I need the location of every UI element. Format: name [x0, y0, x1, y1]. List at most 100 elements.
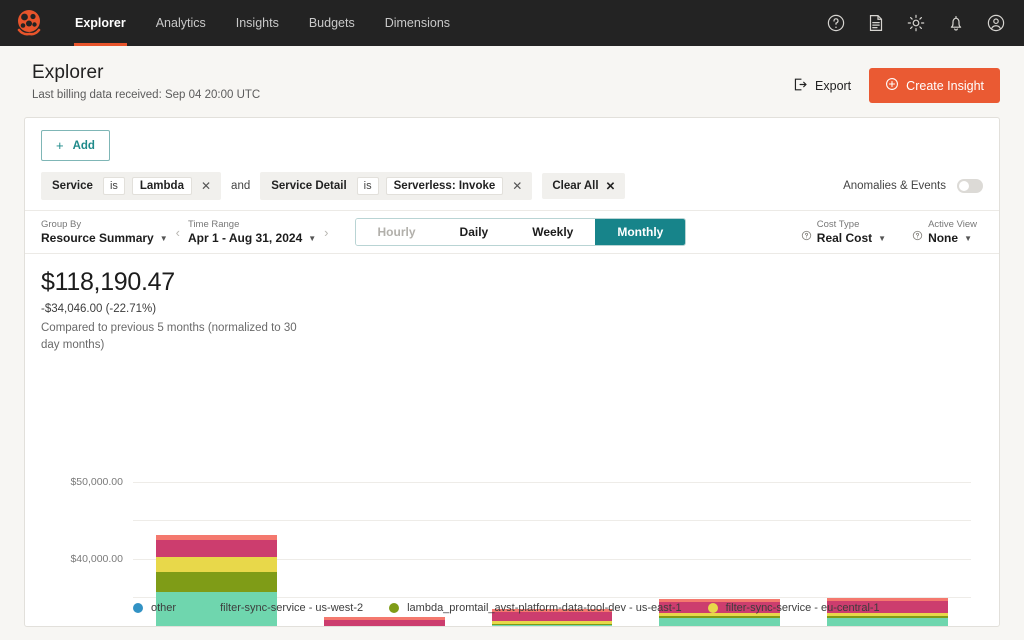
add-filter-button[interactable]: + Add [41, 130, 110, 161]
filter-chip-value: Lambda [131, 177, 192, 195]
total-cost-value: $118,190.47 [41, 268, 175, 296]
filter-chip-service-detail[interactable]: Service Detail is Serverless: Invoke ✕ [260, 172, 533, 200]
page-title: Explorer [32, 62, 104, 83]
legend-item[interactable]: filter-sync-service - us-west-2 [202, 602, 363, 614]
previous-range-icon[interactable]: ‹ [168, 225, 188, 240]
group-by-control[interactable]: Group By Resource Summary ▼ [41, 219, 168, 245]
granularity-segmented-control: Hourly Daily Weekly Monthly [354, 218, 687, 246]
granularity-option-monthly[interactable]: Monthly [595, 219, 686, 245]
time-range-control[interactable]: Time Range Apr 1 - Aug 31, 2024 ▼ [188, 219, 316, 245]
nav-item-analytics[interactable]: Analytics [141, 0, 221, 46]
close-icon: ✕ [605, 181, 616, 193]
filter-chip-key: Service [52, 180, 93, 192]
anomalies-events-toggle[interactable] [957, 179, 983, 193]
time-range-label: Time Range [187, 219, 240, 230]
nav-item-explorer[interactable]: Explorer [60, 0, 141, 46]
nav-item-dimensions[interactable]: Dimensions [370, 0, 465, 46]
page-content: Explorer Last billing data received: Sep… [0, 46, 1024, 640]
cost-summary: $118,190.47 -$34,046.00 (-22.71%) Compar… [25, 254, 999, 355]
legend-color-swatch [133, 603, 143, 613]
add-filter-label: Add [72, 139, 95, 152]
nav-item-label: Budgets [308, 16, 355, 30]
export-button[interactable]: Export [793, 77, 851, 95]
granularity-option-daily[interactable]: Daily [437, 219, 511, 245]
active-view-control[interactable]: Active View None ▼ [912, 219, 977, 245]
export-icon [793, 77, 808, 95]
y-axis-tick-label: $40,000.00 [70, 552, 123, 565]
nav-item-insights[interactable]: Insights [221, 0, 294, 46]
nav-item-label: Explorer [75, 16, 126, 30]
clear-all-button[interactable]: Clear All ✕ [542, 173, 626, 199]
bar-segment[interactable] [324, 619, 445, 626]
document-icon[interactable] [866, 13, 886, 33]
bar-segment[interactable] [156, 626, 277, 627]
nav-item-label: Analytics [155, 16, 206, 30]
legend-color-swatch [202, 603, 213, 613]
active-view-value[interactable]: None ▼ [928, 231, 977, 245]
explorer-card: + Add Service is Lambda ✕ and Service De… [24, 117, 1000, 627]
bar-segment[interactable] [156, 556, 278, 573]
cost-type-control[interactable]: Cost Type Real Cost ▼ [801, 219, 886, 245]
bell-icon[interactable] [946, 13, 966, 33]
close-icon[interactable]: ✕ [510, 179, 524, 193]
page-header: Explorer Last billing data received: Sep… [0, 46, 1024, 113]
toggle-knob [959, 181, 969, 191]
granularity-option-hourly[interactable]: Hourly [355, 219, 438, 245]
y-axis-tick-label: $50,000.00 [70, 476, 123, 488]
right-controls: Cost Type Real Cost ▼ Active View None ▼ [801, 219, 983, 245]
filter-zone: + Add Service is Lambda ✕ and Service De… [25, 118, 999, 210]
legend-label: filter-sync-service - us-west-2 [220, 602, 364, 614]
stacked-bar[interactable] [324, 616, 445, 626]
nav-item-label: Insights [235, 16, 279, 30]
bar-segment[interactable] [156, 540, 278, 557]
clear-all-label: Clear All [552, 180, 599, 192]
gear-icon[interactable] [906, 13, 926, 33]
filter-chip-operator: is [102, 177, 125, 195]
bar-segment[interactable] [491, 625, 613, 626]
nav-item-label: Dimensions [384, 16, 451, 30]
legend-label: other [151, 602, 177, 614]
cost-type-label: Cost Type [816, 219, 860, 230]
last-billing-data-text: Last billing data received: Sep 04 20:00… [32, 89, 261, 101]
chevron-down-icon: ▼ [159, 233, 168, 243]
filter-chip-operator: is [356, 177, 379, 195]
chevron-down-icon: ▼ [308, 233, 317, 243]
legend-label: lambda_promtail_avst-platform-data-tool-… [407, 602, 682, 614]
account-circle-icon[interactable] [986, 13, 1006, 33]
active-view-value-text: None [928, 231, 959, 245]
anomalies-events-label: Anomalies & Events [843, 180, 946, 192]
plus-circle-icon [885, 77, 899, 94]
next-range-icon[interactable]: › [316, 225, 336, 240]
filter-chip-service[interactable]: Service is Lambda ✕ [41, 172, 222, 200]
plus-icon: + [56, 138, 64, 153]
close-icon[interactable]: ✕ [199, 179, 213, 193]
bar-segment[interactable] [826, 617, 948, 626]
main-nav-items: Explorer Analytics Insights Budgets Dime… [60, 0, 465, 46]
create-insight-button[interactable]: Create Insight [869, 68, 1000, 103]
create-insight-label: Create Insight [906, 78, 984, 93]
time-range-value[interactable]: Apr 1 - Aug 31, 2024 ▼ [188, 231, 316, 245]
cost-type-value[interactable]: Real Cost ▼ [817, 231, 886, 245]
octopus-logo-icon[interactable] [14, 8, 44, 38]
legend-item[interactable]: other [133, 602, 176, 614]
filter-and-label: and [231, 180, 251, 192]
granularity-option-weekly[interactable]: Weekly [510, 219, 596, 245]
group-by-value[interactable]: Resource Summary ▼ [41, 231, 168, 245]
bar-segment[interactable] [659, 617, 780, 626]
legend-item[interactable]: lambda_promtail_avst-platform-data-tool-… [389, 602, 682, 614]
anomalies-events-control: Anomalies & Events [843, 179, 983, 193]
top-navigation-bar: Explorer Analytics Insights Budgets Dime… [0, 0, 1024, 46]
help-circle-icon[interactable] [912, 228, 923, 241]
nav-item-budgets[interactable]: Budgets [294, 0, 370, 46]
filter-chip-key: Service Detail [271, 180, 347, 192]
filter-chip-value: Serverless: Invoke [385, 177, 504, 195]
legend-item[interactable]: filter-sync-service - eu-central-1 [707, 602, 880, 614]
help-circle-icon[interactable] [801, 228, 812, 241]
active-view-label: Active View [928, 219, 977, 230]
page-title-block: Explorer Last billing data received: Sep… [32, 62, 260, 101]
filter-chip-row: Service is Lambda ✕ and Service Detail i… [41, 172, 983, 200]
help-circle-icon[interactable] [826, 13, 846, 33]
legend-label: filter-sync-service - eu-central-1 [725, 602, 880, 614]
controls-bar: Group By Resource Summary ▼ ‹ Time Range… [25, 210, 999, 254]
bar-segment[interactable] [156, 572, 278, 592]
